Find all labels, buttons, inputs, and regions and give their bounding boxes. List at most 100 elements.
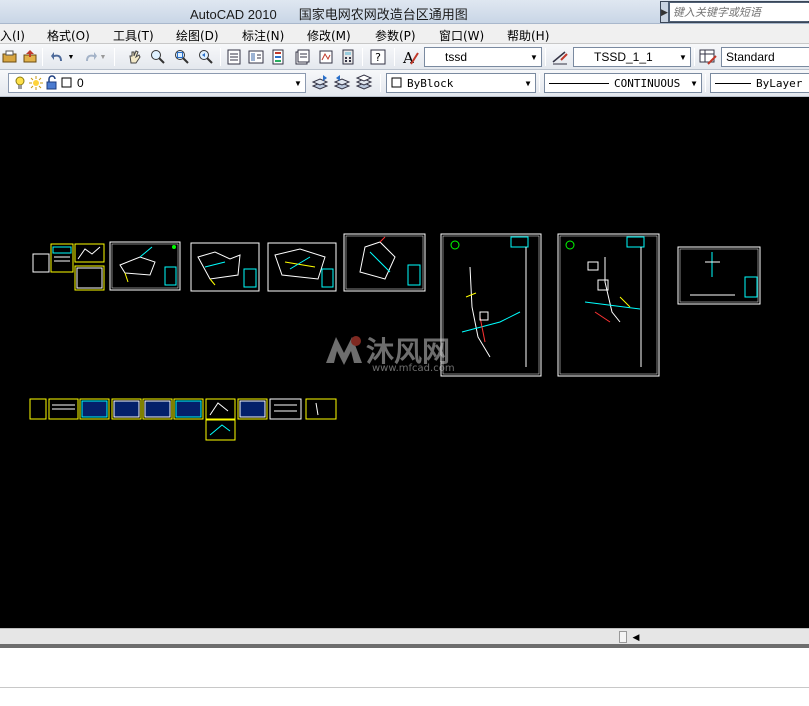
sheet-thumbnail [48,398,79,420]
menu-draw[interactable]: 绘图(D) [176,27,219,44]
sheet-thumbnail [557,233,660,377]
watermark-url: www.mfcad.com [372,363,455,374]
chevron-down-icon[interactable]: ▼ [676,48,690,66]
menu-window[interactable]: 窗口(W) [439,27,484,44]
text-style-select[interactable]: tssd ▼ [424,47,542,67]
layer-color-icon [61,77,72,88]
drawing-area[interactable]: 沐风网 www.mfcad.com [0,97,809,628]
linetype-select[interactable]: CONTINUOUS ▼ [544,73,702,93]
lineweight-sample [715,82,751,84]
tool-palettes-icon[interactable] [268,47,288,67]
sheet-thumbnail [109,241,181,291]
status-area [0,689,809,706]
layer-select[interactable]: 0 ▼ [8,73,306,93]
chevron-left-icon[interactable]: ◀ [630,630,642,644]
layer-freeze-icon [29,76,43,90]
layers-toolbar: 0 ▼ ByBlock ▼ CONTINUOUS ▼ ByLayer [0,70,809,97]
menu-bar: 入(I) 格式(O) 工具(T) 绘图(D) 标注(N) 修改(M) 参数(P)… [0,24,809,44]
sheet-thumbnail [32,253,50,273]
markup-icon[interactable] [316,47,336,67]
design-center-icon[interactable] [246,47,266,67]
zoom-realtime-icon[interactable] [148,47,168,67]
sheet-thumbnail [74,243,105,291]
sheet-thumbnail [205,398,236,420]
dim-style-icon[interactable] [550,47,570,67]
sheet-thumbnail [677,246,761,305]
layer-previous-icon[interactable] [332,73,352,93]
help-icon[interactable]: ? [368,47,388,67]
menu-parametric[interactable]: 参数(P) [375,27,416,44]
horizontal-scrollbar[interactable]: ◀ [0,628,809,644]
text-style-value: tssd [445,50,468,64]
menu-format[interactable]: 格式(O) [47,27,90,44]
redo-icon[interactable] [80,47,100,67]
linetype-sample [549,82,609,84]
sheet-thumbnail [142,398,173,420]
menu-dimension[interactable]: 标注(N) [242,27,284,44]
menu-help[interactable]: 帮助(H) [507,27,549,44]
chevron-down-icon[interactable]: ▼ [98,47,108,67]
chevron-down-icon[interactable]: ▼ [527,48,541,66]
publish-icon[interactable] [20,47,40,67]
color-select[interactable]: ByBlock ▼ [386,73,536,93]
chevron-right-icon[interactable]: ▶ [661,2,668,22]
scrollbar-thumb[interactable] [619,631,627,643]
sheet-thumbnail [305,398,337,420]
watermark-logo-icon [326,336,362,365]
dim-style-value: TSSD_1_1 [594,50,653,64]
menu-modify[interactable]: 修改(M) [307,27,351,44]
model-space: 沐风网 www.mfcad.com [29,233,761,441]
table-style-select[interactable]: Standard [721,47,809,67]
title-bar: AutoCAD 2010 国家电网农网改造台区通用图 ▶ [0,0,809,24]
pan-icon[interactable] [124,47,144,67]
help-search-input[interactable] [669,3,809,21]
color-value: ByBlock [407,76,454,90]
color-swatch-icon [391,77,402,88]
layer-value: 0 [77,76,84,90]
window-title: AutoCAD 2010 国家电网农网改造台区通用图 [190,4,490,23]
sheet-thumbnail [237,398,268,420]
menu-insert[interactable]: 入(I) [0,27,25,44]
sheet-thumbnail [173,398,204,420]
chevron-down-icon[interactable]: ▼ [521,74,535,92]
svg-text:?: ? [375,51,381,64]
text-style-icon[interactable]: A [400,47,420,67]
app-title: AutoCAD 2010 [190,7,277,22]
zoom-window-icon[interactable] [172,47,192,67]
sheet-thumbnail [440,233,542,377]
sheet-set-icon[interactable] [292,47,312,67]
table-style-icon[interactable] [698,47,718,67]
sheet-thumbnail [267,242,337,292]
help-search[interactable]: ▶ [660,1,809,23]
lineweight-value: ByLayer [756,76,803,90]
layer-on-icon [15,76,25,89]
make-current-icon[interactable] [310,73,330,93]
sheet-thumbnail [111,398,142,420]
command-window[interactable] [0,648,809,688]
sheet-thumbnail [269,398,302,420]
chevron-down-icon[interactable]: ▼ [66,47,76,67]
sheet-thumbnail [190,242,260,292]
linetype-value: CONTINUOUS [614,76,681,90]
sheet-thumbnail [343,233,426,292]
document-title: 国家电网农网改造台区通用图 [298,7,468,22]
standard-toolbar: ▼ ▼ ? A tssd ▼ TSSD_1_1 ▼ Standard [0,44,809,70]
watermark: 沐风网 www.mfcad.com [326,335,455,374]
plot-preview-icon[interactable] [0,47,20,67]
sheet-thumbnail [79,398,110,420]
table-style-value: Standard [726,50,775,64]
lineweight-select[interactable]: ByLayer [710,73,809,93]
layer-lock-icon [46,75,57,90]
properties-icon[interactable] [224,47,244,67]
undo-icon[interactable] [48,47,68,67]
layer-states-icon[interactable] [354,73,374,93]
sheet-thumbnail [205,419,236,441]
menu-tools[interactable]: 工具(T) [113,27,154,44]
calculator-icon[interactable] [338,47,358,67]
sheet-thumbnail [29,398,47,420]
chevron-down-icon[interactable]: ▼ [291,74,305,92]
dim-style-select[interactable]: TSSD_1_1 ▼ [573,47,691,67]
sheet-thumbnail [50,243,74,273]
zoom-previous-icon[interactable] [196,47,216,67]
chevron-down-icon[interactable]: ▼ [687,74,701,92]
